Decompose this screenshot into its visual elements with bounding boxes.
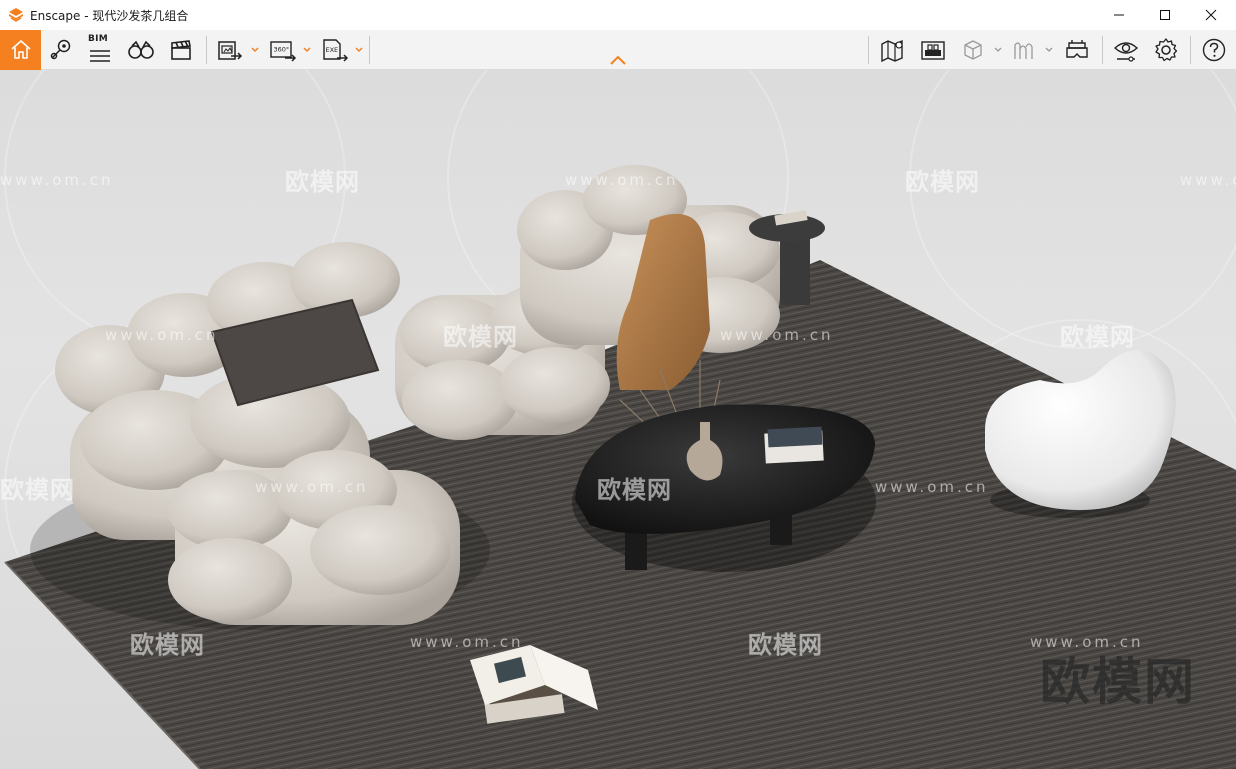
minimize-icon <box>1114 14 1124 16</box>
video-editor-button[interactable] <box>166 30 196 70</box>
chevron-up-icon[interactable] <box>608 54 628 66</box>
toolbar-separator <box>1102 36 1103 64</box>
cube-icon <box>964 40 982 60</box>
bim-button[interactable]: BIM <box>85 30 115 70</box>
vr-headset-button[interactable] <box>1060 30 1094 70</box>
eye-icon <box>1113 42 1139 62</box>
asset-library-button[interactable] <box>916 30 950 70</box>
title-bar: Enscape - 现代沙发茶几组合 <box>0 0 1236 30</box>
main-toolbar: BIM 360° EXE <box>0 30 1236 70</box>
toolbar-separator <box>206 36 207 64</box>
visual-settings-button[interactable] <box>1110 30 1142 70</box>
maximize-button[interactable] <box>1142 0 1188 30</box>
close-icon <box>1205 9 1217 21</box>
gear-icon <box>1155 38 1178 62</box>
toolbar-separator <box>868 36 869 64</box>
chevron-down-icon[interactable] <box>302 45 312 55</box>
watermark-brand: 欧模网 <box>1040 653 1196 711</box>
settings-button[interactable] <box>1150 30 1182 70</box>
vr-headset-icon <box>1066 40 1088 58</box>
render-viewport[interactable]: www.om.cn www.om.cn www.om.cn www.om.cn … <box>0 70 1236 769</box>
bim-icon <box>90 50 110 62</box>
section-box-button[interactable] <box>957 30 989 70</box>
map-icon <box>881 39 903 63</box>
bim-label: BIM <box>88 34 109 44</box>
chevron-down-icon[interactable] <box>250 45 260 55</box>
window-title: Enscape - 现代沙发茶几组合 <box>30 8 189 23</box>
compare-button[interactable] <box>125 30 157 70</box>
toolbar-separator <box>369 36 370 64</box>
exe-export-button[interactable]: EXE <box>318 30 352 70</box>
silhouette-icon <box>1014 42 1033 59</box>
clapperboard-icon <box>171 40 191 60</box>
help-icon <box>1202 38 1226 62</box>
binoculars-icon <box>128 40 154 59</box>
toolbar-separator <box>1190 36 1191 64</box>
image-export-icon <box>218 41 243 60</box>
chevron-down-icon[interactable] <box>354 45 364 55</box>
chevron-down-icon[interactable] <box>1044 45 1054 55</box>
exe-export-icon: EXE <box>323 39 349 62</box>
asset-library-icon <box>921 41 945 60</box>
close-button[interactable] <box>1188 0 1234 30</box>
home-button[interactable] <box>0 30 41 70</box>
screenshot-export-button[interactable] <box>214 30 246 70</box>
views-button[interactable] <box>46 30 76 70</box>
silhouette-button[interactable] <box>1008 30 1040 70</box>
panorama-360-icon: 360° <box>270 41 297 62</box>
chevron-down-icon[interactable] <box>993 45 1003 55</box>
maximize-icon <box>1160 10 1170 20</box>
enscape-logo-icon <box>8 7 24 23</box>
help-button[interactable] <box>1198 30 1230 70</box>
svg-text:360°: 360° <box>274 46 290 54</box>
home-icon <box>10 40 31 59</box>
location-pin-icon <box>50 39 71 60</box>
svg-text:EXE: EXE <box>326 46 339 54</box>
minimize-button[interactable] <box>1096 0 1142 30</box>
panorama-export-button[interactable]: 360° <box>266 30 300 70</box>
map-button[interactable] <box>876 30 910 70</box>
